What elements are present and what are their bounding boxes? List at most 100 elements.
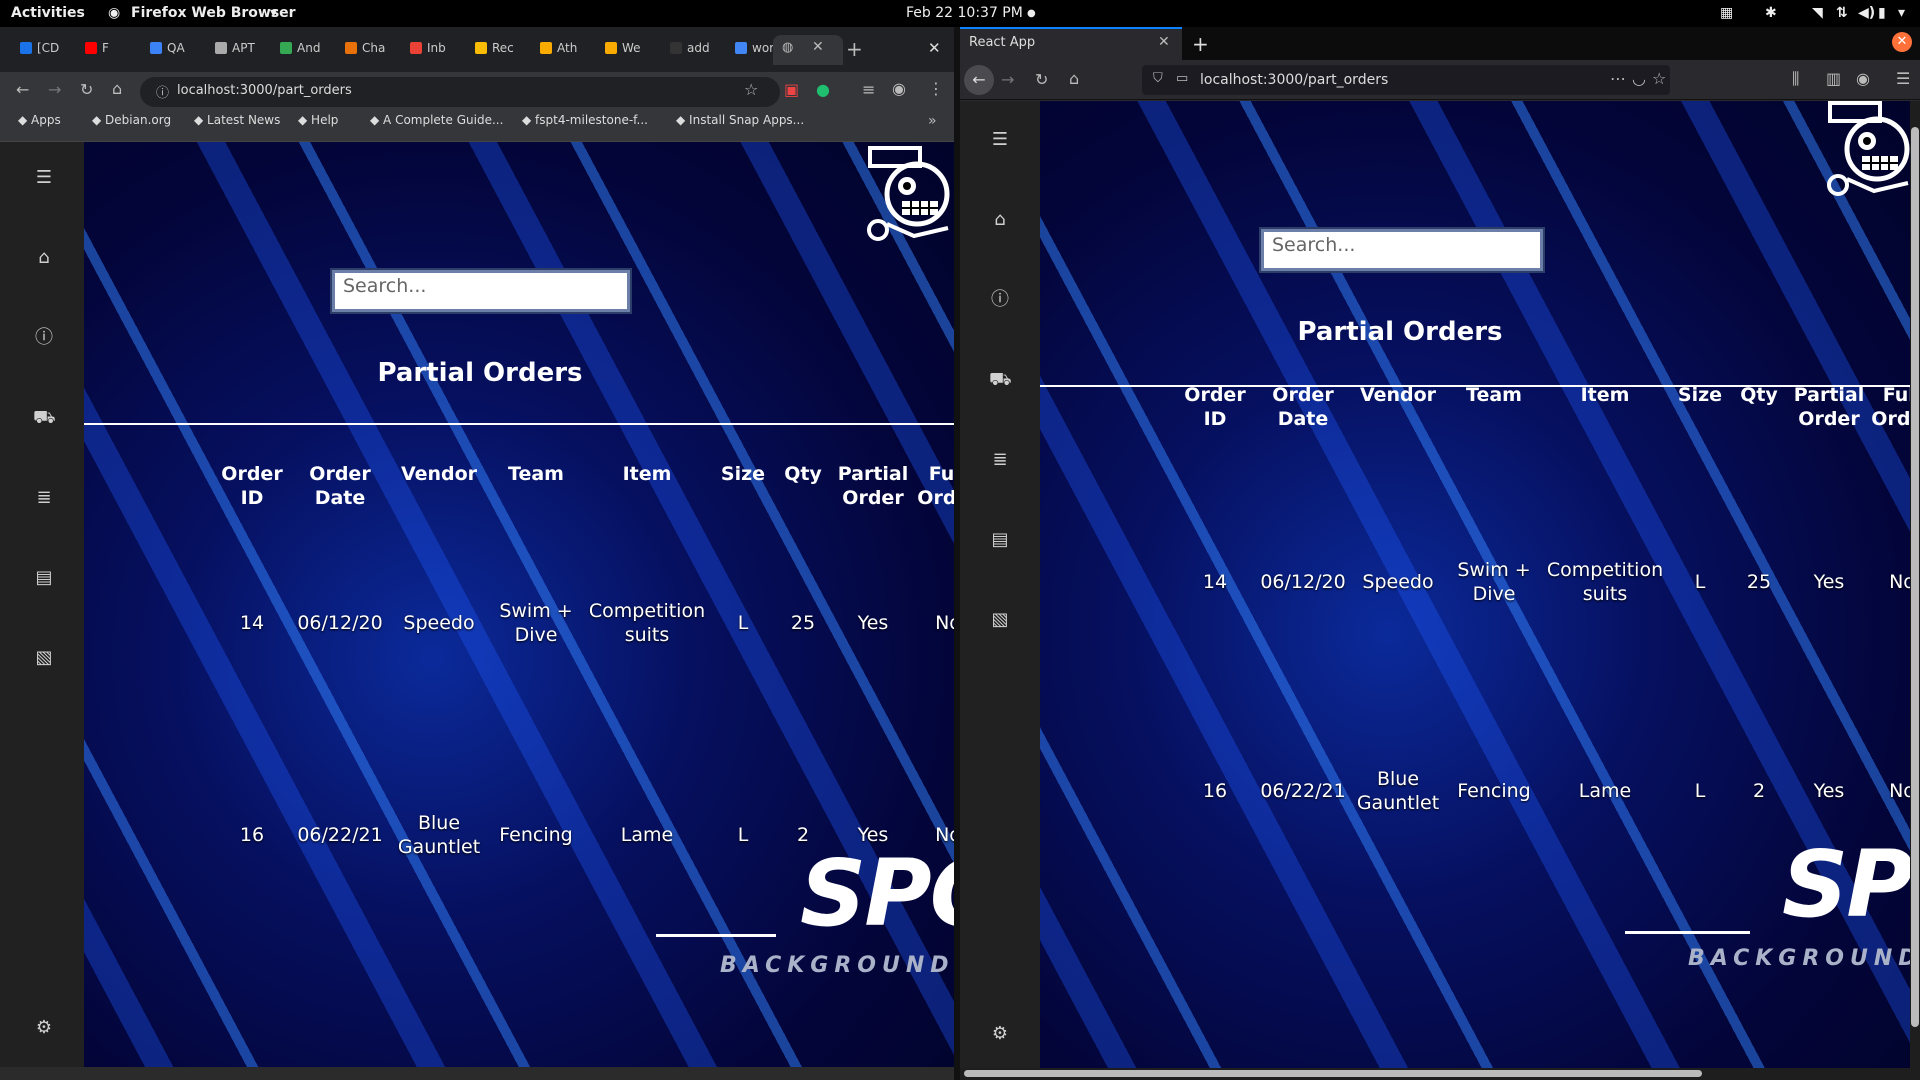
search-input[interactable]: Search... (332, 270, 630, 312)
table-header-cell[interactable]: Team (1466, 383, 1522, 407)
forward-arrow-icon[interactable]: → (1001, 70, 1014, 89)
tab-item[interactable]: Rec (475, 41, 533, 65)
tab-item[interactable]: add (670, 41, 728, 65)
url-text[interactable]: localhost:3000/part_orders (1200, 72, 1388, 88)
home-icon[interactable]: ⌂ (112, 79, 122, 98)
window-close-button[interactable]: ✕ (1892, 32, 1912, 52)
pocket-icon[interactable]: ◡ (1632, 69, 1646, 88)
profile-icon[interactable]: ◉ (892, 79, 906, 98)
grammarly-icon[interactable]: ● (816, 80, 830, 99)
table-header-cell[interactable]: Team (508, 462, 564, 486)
info-icon[interactable]: ⓘ (156, 82, 169, 101)
account-icon[interactable]: ◉ (1856, 69, 1870, 88)
bookmark-item[interactable]: ◆ Latest News (194, 113, 280, 127)
receipt-icon[interactable]: ▧ (989, 609, 1011, 631)
tab-item[interactable]: And (280, 41, 338, 65)
tab-item[interactable]: F (85, 41, 143, 65)
vertical-scrollbar-thumb[interactable] (1911, 127, 1919, 1027)
bookmark-item[interactable]: ◆ fspt4-milestone-f... (522, 113, 648, 127)
reload-icon[interactable]: ↻ (80, 80, 93, 99)
bookmark-item[interactable]: ◆ Help (298, 113, 338, 127)
table-header-cell[interactable]: Partial Order (838, 462, 909, 510)
view-list-icon[interactable]: ▤ (33, 567, 55, 589)
tab-item[interactable]: Ath (540, 41, 598, 65)
tab-item[interactable]: [CD (20, 41, 78, 65)
home-icon[interactable]: ⌂ (989, 209, 1011, 231)
table-header-cell[interactable]: Order ID (1184, 383, 1245, 431)
back-arrow-icon[interactable]: ← (964, 65, 994, 95)
network-icon[interactable]: ⇅ (1836, 5, 1848, 21)
back-arrow-icon[interactable]: ← (16, 80, 29, 99)
gear-icon[interactable]: ⚙ (33, 1017, 55, 1039)
bookmark-item[interactable]: ◆ Apps (18, 113, 61, 127)
window-list-icon[interactable]: ▦ (1720, 5, 1733, 21)
list-icon[interactable]: ≣ (989, 449, 1011, 471)
table-header-cell[interactable]: Size (721, 462, 765, 486)
page-actions-icon[interactable]: ⋯ (1610, 69, 1626, 88)
sidebar-toggle-icon[interactable]: ▥ (1826, 69, 1841, 88)
power-menu-icon[interactable]: ▾ (1898, 5, 1905, 21)
table-header-cell[interactable]: Order ID (221, 462, 282, 510)
table-cell: 25 (790, 612, 816, 634)
truck-icon[interactable]: ⛟ (989, 369, 1012, 391)
table-header-cell[interactable]: Vendor (401, 462, 477, 486)
table-header-cell[interactable]: Qty (784, 462, 822, 486)
list-icon[interactable]: ≣ (33, 487, 55, 509)
table-header-cell[interactable]: Size (1678, 383, 1722, 407)
gear-icon[interactable]: ⚙ (989, 1023, 1011, 1045)
reload-icon[interactable]: ↻ (1035, 70, 1048, 89)
url-text[interactable]: localhost:3000/part_orders (177, 83, 352, 98)
library-icon[interactable]: ⫼ (1792, 69, 1799, 89)
hamburger-menu-icon[interactable]: ☰ (989, 129, 1011, 151)
table-header-cell[interactable]: Partial Order (1794, 383, 1865, 431)
volume-icon[interactable]: ◀) (1858, 5, 1875, 21)
shield-icon[interactable]: ⛉ (1153, 71, 1163, 86)
tab-close-icon[interactable]: ✕ (1158, 34, 1170, 50)
table-header-cell[interactable]: Full Order (917, 462, 954, 510)
bookmarks-overflow-icon[interactable]: » (928, 113, 937, 129)
tab-favicon-icon (735, 42, 747, 54)
battery-icon[interactable]: ▮ (1878, 5, 1886, 21)
wifi-icon[interactable]: ◥ (1812, 5, 1823, 21)
menu-kebab-icon[interactable]: ⋮ (928, 79, 944, 98)
table-header-cell[interactable]: Order Date (309, 462, 370, 510)
home-icon[interactable]: ⌂ (33, 247, 55, 269)
star-icon[interactable]: ☆ (1652, 69, 1666, 88)
slack-icon[interactable]: ✱ (1765, 5, 1777, 21)
truck-icon[interactable]: ⛟ (33, 407, 56, 429)
media-icon[interactable]: ≡ (862, 80, 875, 99)
table-header-cell[interactable]: Full Order (1871, 383, 1910, 431)
hamburger-menu-icon[interactable]: ☰ (1896, 69, 1910, 88)
tab-favicon-icon (215, 42, 227, 54)
tab-item[interactable]: APT (215, 41, 273, 65)
info-icon[interactable]: ⓘ (989, 289, 1011, 311)
window-close-icon[interactable]: ✕ (928, 39, 941, 57)
activities-button[interactable]: Activities (11, 5, 85, 21)
tab-item[interactable]: QA (150, 41, 208, 65)
receipt-icon[interactable]: ▧ (33, 647, 55, 669)
home-icon[interactable]: ⌂ (1069, 69, 1079, 88)
clock[interactable]: Feb 22 10:37 PM (906, 5, 1023, 21)
table-header-cell[interactable]: Item (1581, 383, 1630, 407)
search-input[interactable]: Search... (1261, 229, 1543, 271)
bookmark-item[interactable]: ◆ A Complete Guide... (370, 113, 503, 127)
table-header-cell[interactable]: Item (623, 462, 672, 486)
info-icon[interactable]: ⓘ (33, 327, 55, 349)
star-icon[interactable]: ☆ (744, 80, 758, 99)
new-tab-button[interactable]: + (1192, 32, 1209, 56)
view-list-icon[interactable]: ▤ (989, 529, 1011, 551)
tab-item[interactable]: Cha (345, 41, 403, 65)
table-header-cell[interactable]: Qty (1740, 383, 1778, 407)
tab-item[interactable]: We (605, 41, 663, 65)
forward-arrow-icon[interactable]: → (48, 80, 61, 99)
new-tab-button[interactable]: + (846, 37, 863, 61)
table-header-cell[interactable]: Vendor (1360, 383, 1436, 407)
bookmark-item[interactable]: ◆ Debian.org (92, 113, 171, 127)
bookmark-item[interactable]: ◆ Install Snap Apps... (676, 113, 804, 127)
extension-icon[interactable]: ▣ (784, 80, 799, 99)
tab-item[interactable]: Inb (410, 41, 468, 65)
hamburger-menu-icon[interactable]: ☰ (33, 167, 55, 189)
tab-close-icon[interactable]: ✕ (812, 39, 824, 55)
table-header-cell[interactable]: Order Date (1272, 383, 1333, 431)
horizontal-scrollbar-thumb[interactable] (964, 1070, 1702, 1077)
